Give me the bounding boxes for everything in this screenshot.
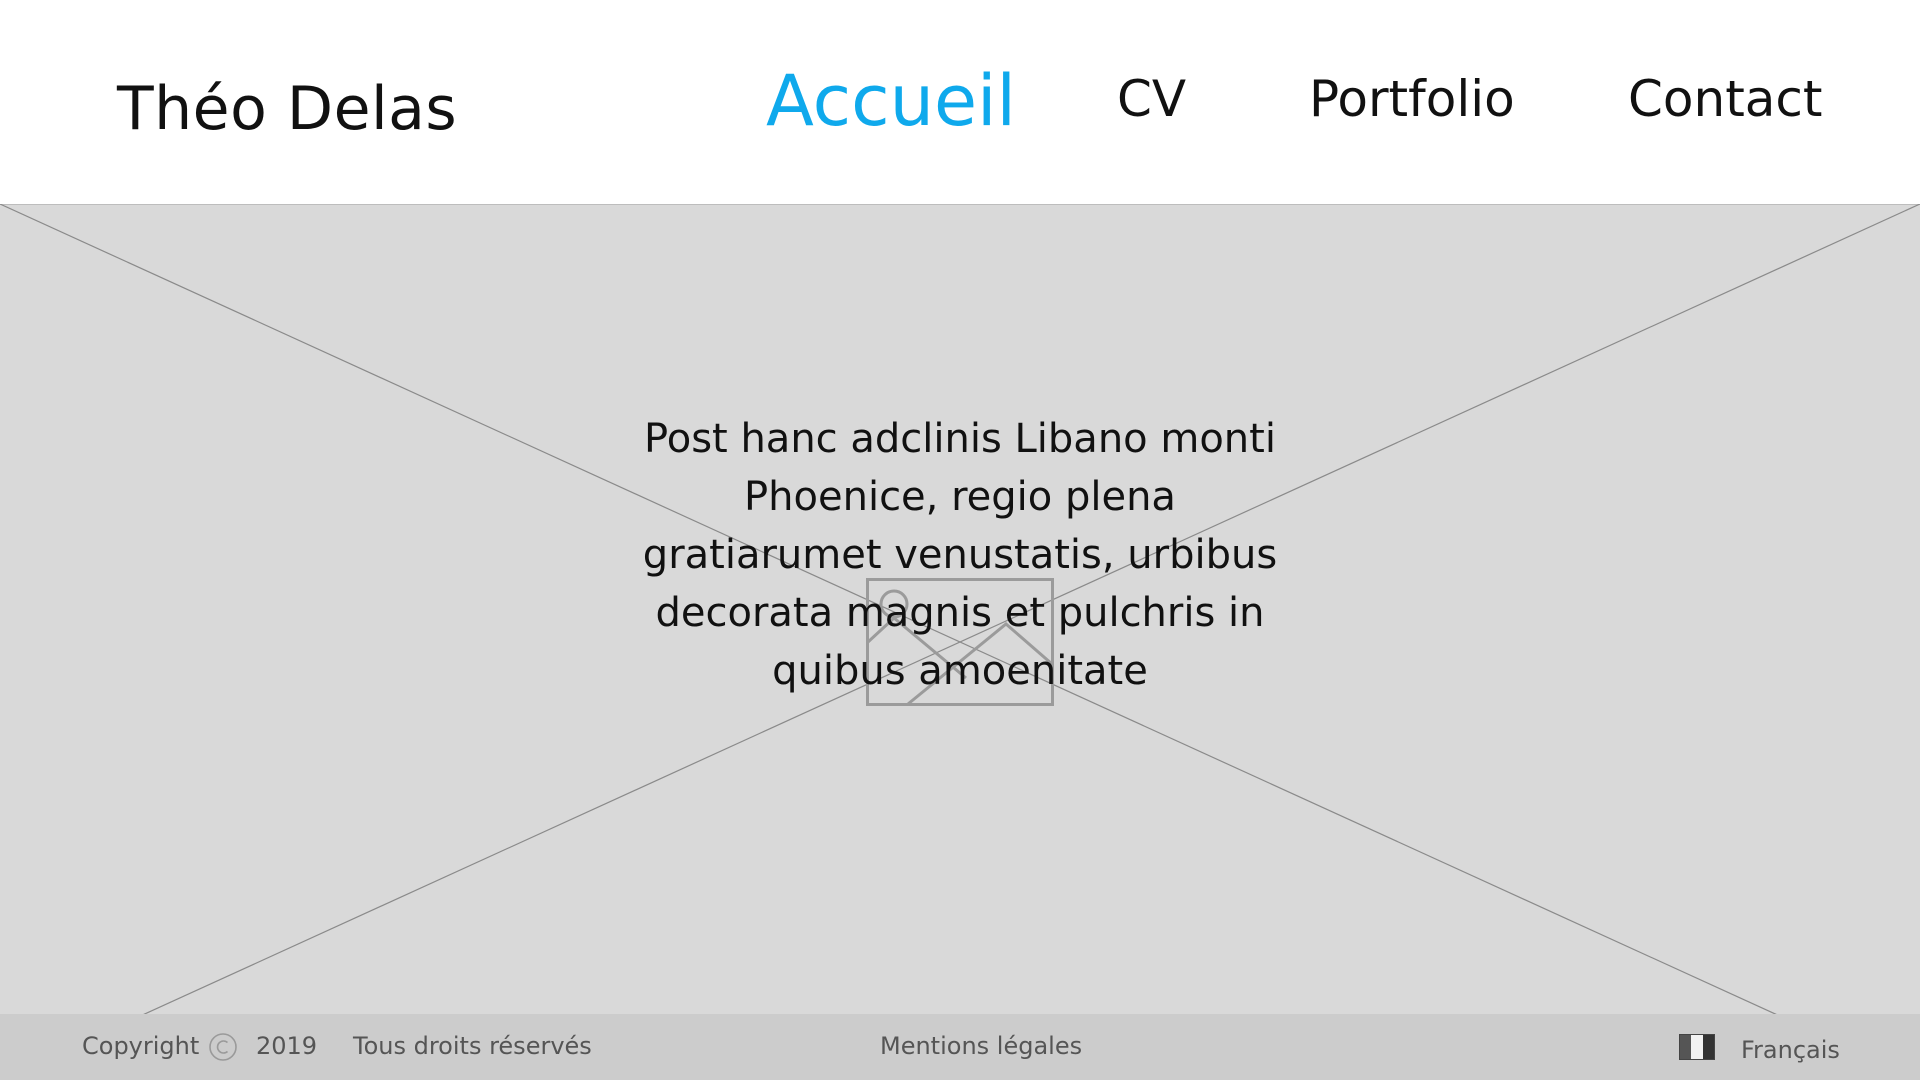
site-brand[interactable]: Théo Delas	[117, 74, 457, 144]
nav-item-cv[interactable]: CV	[1117, 70, 1186, 128]
copyright-icon	[208, 1032, 238, 1062]
rights-text: Tous droits réservés	[353, 1032, 592, 1060]
page: Théo Delas Accueil CV Portfolio Contact …	[0, 0, 1920, 1080]
language-selector[interactable]: Français	[1741, 1036, 1840, 1064]
french-flag-icon[interactable]	[1679, 1034, 1715, 1060]
site-header: Théo Delas Accueil CV Portfolio Contact	[0, 0, 1920, 204]
legal-notice-link[interactable]: Mentions légales	[880, 1032, 1082, 1060]
nav-item-contact[interactable]: Contact	[1628, 70, 1823, 128]
copyright-year: 2019	[256, 1032, 318, 1060]
nav-item-portfolio[interactable]: Portfolio	[1309, 70, 1515, 128]
nav-item-accueil[interactable]: Accueil	[766, 60, 1016, 142]
copyright-label: Copyright	[82, 1032, 200, 1060]
site-footer: Copyright 2019 Tous droits réservés Ment…	[0, 1014, 1920, 1080]
hero-text: Post hanc adclinis Libano monti Phoenice…	[642, 416, 1278, 694]
